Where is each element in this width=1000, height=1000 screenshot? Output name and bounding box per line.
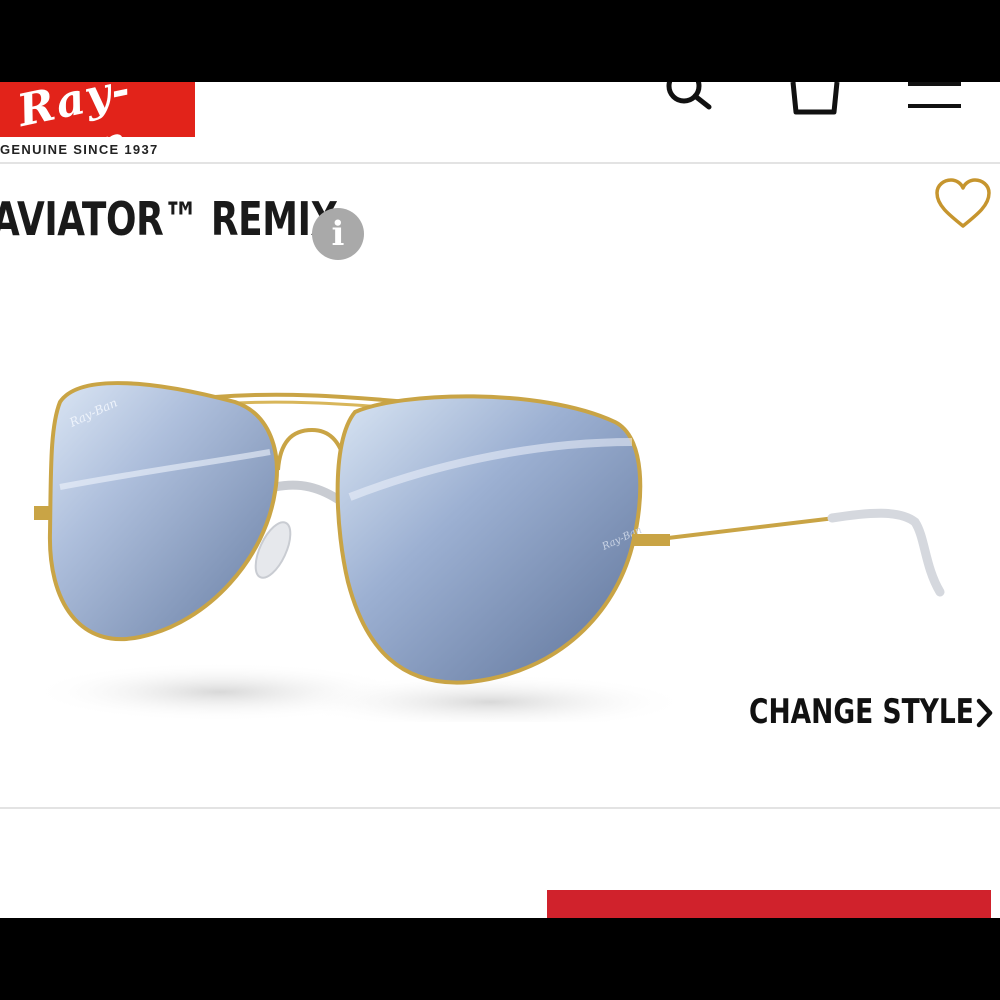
chevron-right-icon (975, 698, 995, 733)
change-style-link[interactable]: CHANGE STYLE (749, 690, 993, 734)
app-screen: Ray-Ban GENUINE SINCE 1937 AVIATOR™ REMI… (0, 82, 1000, 918)
wishlist-heart-icon[interactable] (934, 178, 992, 230)
change-style-label: CHANGE STYLE (749, 692, 974, 732)
bottom-letterbox (0, 918, 1000, 1000)
menu-icon[interactable] (907, 82, 963, 117)
brand-logo[interactable]: Ray-Ban (0, 82, 195, 137)
brand-tagline: GENUINE SINCE 1937 (0, 142, 159, 157)
add-to-bag-button[interactable] (547, 890, 991, 918)
search-icon[interactable] (662, 82, 714, 117)
header-divider (0, 162, 1000, 164)
shopping-bag-icon[interactable] (788, 82, 842, 121)
site-header: Ray-Ban GENUINE SINCE 1937 (0, 82, 1000, 162)
top-letterbox (0, 0, 1000, 82)
logo-text: Ray-Ban (13, 82, 136, 137)
product-image-aviator-sunglasses: Ray-Ban Ray-Ban (20, 292, 980, 730)
section-divider (0, 807, 1000, 809)
info-button[interactable]: i (312, 208, 364, 260)
product-title: AVIATOR™ REMIX (0, 192, 338, 246)
